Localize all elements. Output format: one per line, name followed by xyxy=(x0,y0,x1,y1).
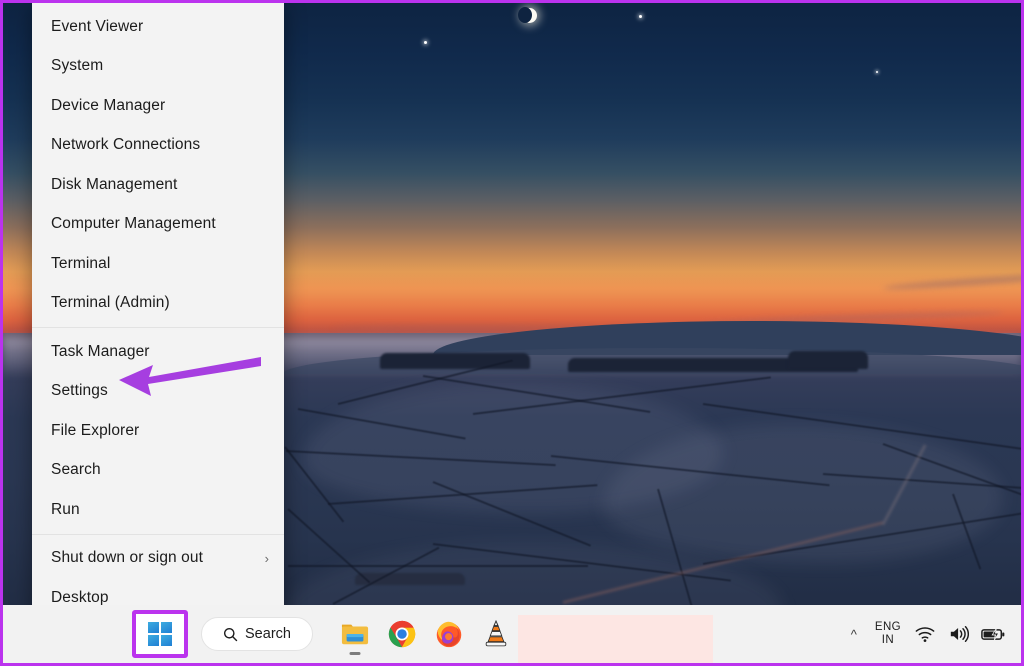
taskbar-app-chrome[interactable] xyxy=(381,611,423,657)
chrome-icon xyxy=(388,620,416,648)
taskbar: Search ^ ENG IN xyxy=(3,605,1021,663)
windows-logo-pane xyxy=(161,622,172,633)
menu-item-label: Device Manager xyxy=(51,96,166,114)
taskbar-app-vlc[interactable] xyxy=(475,611,517,657)
menu-item-label: Run xyxy=(51,500,80,518)
menu-item-network-connections[interactable]: Network Connections xyxy=(32,126,284,166)
menu-item-label: System xyxy=(51,57,104,75)
menu-item-label: Terminal xyxy=(51,254,111,272)
menu-item-device-manager[interactable]: Device Manager xyxy=(32,86,284,126)
taskbar-left-cluster: Search xyxy=(132,610,517,658)
language-line-2: IN xyxy=(881,634,895,646)
treeline xyxy=(788,351,868,369)
menu-item-label: Computer Management xyxy=(51,215,216,233)
menu-item-label: Shut down or sign out xyxy=(51,549,204,567)
field-wall xyxy=(288,565,588,567)
battery-charging-icon[interactable] xyxy=(981,622,1005,646)
windows-logo-pane xyxy=(148,635,159,646)
desktop-screen: Event Viewer System Device Manager Netwo… xyxy=(0,0,1024,666)
wifi-icon[interactable] xyxy=(913,622,937,646)
windows-logo-pane xyxy=(161,635,172,646)
menu-divider xyxy=(32,327,284,328)
chevron-right-icon: › xyxy=(264,550,269,566)
star xyxy=(639,15,642,18)
volume-icon[interactable] xyxy=(947,622,971,646)
taskbar-search-button[interactable]: Search xyxy=(201,617,313,651)
system-tray: ^ ENG IN xyxy=(845,621,1021,647)
search-icon xyxy=(223,627,238,641)
menu-item-label: Event Viewer xyxy=(51,17,144,35)
taskbar-search-label: Search xyxy=(245,626,291,642)
folder-icon xyxy=(341,624,369,645)
menu-item-label: Task Manager xyxy=(51,342,150,360)
menu-item-file-explorer[interactable]: File Explorer xyxy=(32,411,284,451)
menu-item-shut-down-or-sign-out[interactable]: Shut down or sign out › xyxy=(32,539,284,579)
menu-item-task-manager[interactable]: Task Manager xyxy=(32,332,284,372)
menu-item-label: File Explorer xyxy=(51,421,140,439)
menu-item-disk-management[interactable]: Disk Management xyxy=(32,165,284,205)
windows-logo-pane xyxy=(148,622,159,633)
menu-item-system[interactable]: System xyxy=(32,47,284,87)
language-indicator[interactable]: ENG IN xyxy=(873,621,903,647)
menu-item-label: Network Connections xyxy=(51,136,201,154)
firefox-icon xyxy=(436,621,462,648)
menu-item-label: Settings xyxy=(51,382,108,400)
app-running-indicator xyxy=(349,652,361,655)
menu-divider xyxy=(32,533,284,535)
power-user-menu[interactable]: Event Viewer System Device Manager Netwo… xyxy=(32,3,284,627)
start-button[interactable] xyxy=(132,610,188,658)
star xyxy=(424,41,427,44)
menu-item-search[interactable]: Search xyxy=(32,451,284,491)
menu-item-computer-management[interactable]: Computer Management xyxy=(32,205,284,245)
traffic-cone-icon xyxy=(485,620,507,647)
star xyxy=(876,71,878,73)
chevron-up-icon[interactable]: ^ xyxy=(845,627,863,642)
menu-item-label: Terminal (Admin) xyxy=(51,294,170,312)
menu-item-label: Disk Management xyxy=(51,175,178,193)
crescent-moon-icon xyxy=(518,7,537,23)
taskbar-app-file-explorer[interactable] xyxy=(334,611,376,657)
menu-item-label: Search xyxy=(51,461,101,479)
taskbar-app-firefox[interactable] xyxy=(428,611,470,657)
menu-item-run[interactable]: Run xyxy=(32,490,284,530)
menu-item-event-viewer[interactable]: Event Viewer xyxy=(32,7,284,47)
redaction-overlay xyxy=(518,615,713,663)
menu-item-terminal[interactable]: Terminal xyxy=(32,244,284,284)
windows-logo-icon xyxy=(148,622,172,646)
menu-item-settings[interactable]: Settings xyxy=(32,372,284,412)
language-line-1: ENG xyxy=(874,621,901,633)
menu-item-terminal-admin[interactable]: Terminal (Admin) xyxy=(32,284,284,324)
